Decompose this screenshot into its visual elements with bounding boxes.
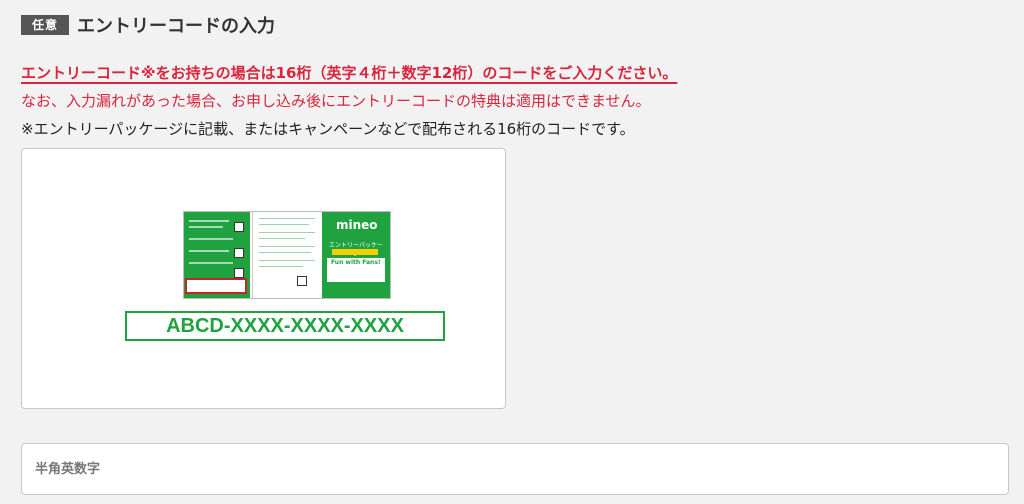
- example-code: ABCD-XXXX-XXXX-XXXX: [125, 311, 445, 341]
- package-front-panel: mineo エントリーパッケージ Fun with Fans!: [322, 212, 390, 298]
- entry-code-footnote: ※エントリーパッケージに記載、またはキャンペーンなどで配布される16桁のコードで…: [21, 120, 635, 138]
- package-back-panel: [184, 212, 250, 298]
- section-title: エントリーコードの入力: [77, 16, 276, 37]
- optional-badge: 任意: [21, 15, 70, 35]
- qr-code-icon: [297, 276, 307, 286]
- entry-package-image: mineo エントリーパッケージ Fun with Fans!: [183, 211, 391, 299]
- qr-code-icon: [234, 268, 244, 278]
- entry-code-instruction: エントリーコード※をお持ちの場合は16桁（英字４桁＋数字12桁）のコードをご入力…: [21, 64, 678, 82]
- mineo-logo: mineo: [336, 218, 378, 232]
- qr-code-icon: [234, 222, 244, 232]
- section-header: 任意 エントリーコードの入力: [21, 12, 275, 38]
- entry-code-input[interactable]: [22, 444, 1008, 494]
- entry-code-warning: なお、入力漏れがあった場合、お申し込み後にエントリーコードの特典は適用はできませ…: [21, 92, 651, 110]
- qr-code-icon: [234, 248, 244, 258]
- code-location-highlight: [185, 278, 247, 294]
- entry-code-field[interactable]: [21, 443, 1009, 495]
- fans-illustration: Fun with Fans!: [327, 258, 385, 282]
- package-middle-panel: [252, 212, 323, 298]
